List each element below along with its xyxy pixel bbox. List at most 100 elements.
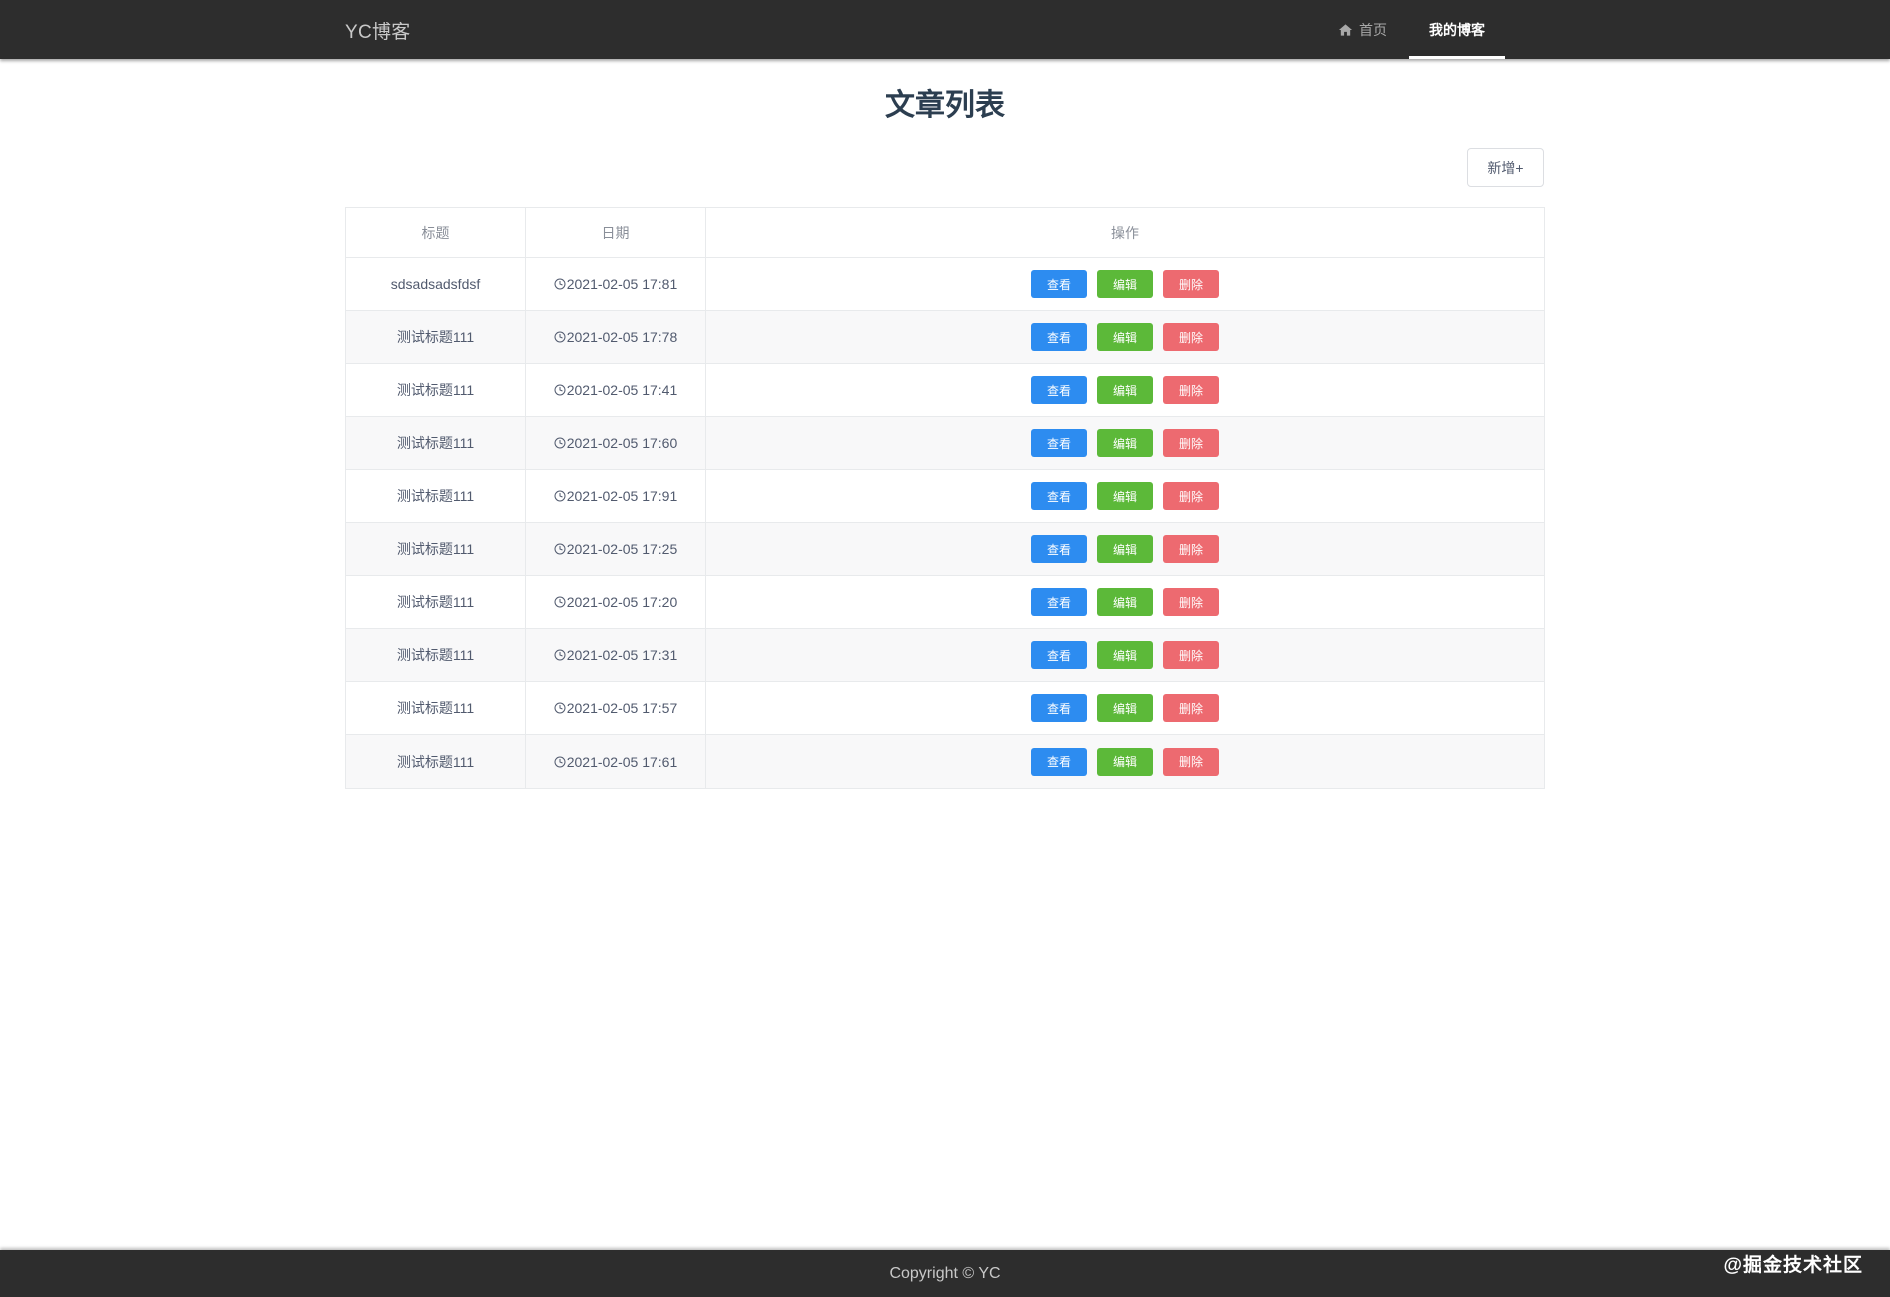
delete-button[interactable]: 删除 [1163,588,1219,616]
delete-button[interactable]: 删除 [1163,535,1219,563]
delete-button[interactable]: 删除 [1163,482,1219,510]
table-header-row: 标题 日期 操作 [346,208,1544,258]
edit-button[interactable]: 编辑 [1097,641,1153,669]
delete-button[interactable]: 删除 [1163,429,1219,457]
cell-date: 2021-02-05 17:81 [526,258,706,310]
cell-date: 2021-02-05 17:31 [526,629,706,681]
table-row: 测试标题111 2021-02-05 17:91 查看 编辑 删除 [346,470,1544,523]
edit-button[interactable]: 编辑 [1097,482,1153,510]
table-row: 测试标题111 2021-02-05 17:61 查看 编辑 删除 [346,735,1544,788]
cell-title: 测试标题111 [346,682,526,734]
cell-actions: 查看 编辑 删除 [706,523,1544,575]
article-title: 测试标题111 [396,700,475,716]
delete-button[interactable]: 删除 [1163,641,1219,669]
nav-home-label: 首页 [1359,21,1387,38]
table-row: 测试标题111 2021-02-05 17:31 查看 编辑 删除 [346,629,1544,682]
delete-button[interactable]: 删除 [1163,270,1219,298]
article-title: 测试标题111 [396,541,475,557]
table-row: sdsadsadsfdsf 2021-02-05 17:81 查看 编辑 删除 [346,258,1544,311]
edit-button[interactable]: 编辑 [1097,429,1153,457]
view-button[interactable]: 查看 [1031,747,1087,776]
view-button[interactable]: 查看 [1031,270,1087,298]
edit-button[interactable]: 编辑 [1097,323,1153,351]
nav-my-blog[interactable]: 我的博客 [1409,0,1505,59]
clock-icon [554,490,566,502]
cell-title: 测试标题111 [346,523,526,575]
cell-actions: 查看 编辑 删除 [706,311,1544,363]
article-title: 测试标题111 [396,435,475,451]
article-title: 测试标题111 [396,647,475,663]
table-row: 测试标题111 2021-02-05 17:60 查看 编辑 删除 [346,417,1544,470]
column-header-date: 日期 [526,208,706,257]
cell-title: 测试标题111 [346,470,526,522]
table-row: 测试标题111 2021-02-05 17:78 查看 编辑 删除 [346,311,1544,364]
article-date: 2021-02-05 17:61 [566,753,678,770]
edit-button[interactable]: 编辑 [1097,270,1153,298]
edit-button[interactable]: 编辑 [1097,747,1153,776]
view-button[interactable]: 查看 [1031,588,1087,616]
clock-icon [554,278,566,290]
cell-title: sdsadsadsfdsf [346,258,526,310]
cell-date: 2021-02-05 17:57 [526,682,706,734]
clock-icon [554,596,566,608]
view-button[interactable]: 查看 [1031,482,1087,510]
view-button[interactable]: 查看 [1031,641,1087,669]
edit-button[interactable]: 编辑 [1097,535,1153,563]
cell-date: 2021-02-05 17:91 [526,470,706,522]
table-row: 测试标题111 2021-02-05 17:20 查看 编辑 删除 [346,576,1544,629]
cell-title: 测试标题111 [346,311,526,363]
article-title: 测试标题111 [396,594,475,610]
footer: Copyright © YC [0,1250,1890,1297]
view-button[interactable]: 查看 [1031,429,1087,457]
cell-actions: 查看 编辑 删除 [706,576,1544,628]
watermark: @掘金技术社区 [1723,1255,1863,1276]
article-date: 2021-02-05 17:60 [566,435,678,451]
view-button[interactable]: 查看 [1031,376,1087,404]
cell-actions: 查看 编辑 删除 [706,364,1544,416]
edit-button[interactable]: 编辑 [1097,588,1153,616]
cell-title: 测试标题111 [346,629,526,681]
clock-icon [554,384,566,396]
cell-actions: 查看 编辑 删除 [706,682,1544,734]
edit-button[interactable]: 编辑 [1097,376,1153,404]
delete-button[interactable]: 删除 [1163,376,1219,404]
article-date: 2021-02-05 17:81 [566,276,678,292]
column-header-title: 标题 [346,208,526,257]
nav-home[interactable]: 首页 [1338,0,1394,59]
delete-button[interactable]: 删除 [1163,323,1219,351]
view-button[interactable]: 查看 [1031,535,1087,563]
add-article-button[interactable]: 新增+ [1467,148,1544,187]
edit-button[interactable]: 编辑 [1097,694,1153,722]
article-title: sdsadsadsfdsf [390,276,481,292]
active-tab-indicator [1409,56,1505,59]
table-row: 测试标题111 2021-02-05 17:41 查看 编辑 删除 [346,364,1544,417]
home-icon [1338,23,1353,36]
cell-actions: 查看 编辑 删除 [706,258,1544,310]
cell-actions: 查看 编辑 删除 [706,629,1544,681]
clock-icon [554,331,566,343]
delete-button[interactable]: 删除 [1163,694,1219,722]
view-button[interactable]: 查看 [1031,694,1087,722]
article-title: 测试标题111 [396,753,475,770]
article-date: 2021-02-05 17:25 [566,541,678,557]
clock-icon [554,543,566,555]
cell-date: 2021-02-05 17:41 [526,364,706,416]
cell-date: 2021-02-05 17:61 [526,735,706,788]
article-date: 2021-02-05 17:57 [566,700,678,716]
cell-date: 2021-02-05 17:60 [526,417,706,469]
delete-button[interactable]: 删除 [1163,747,1219,776]
article-date: 2021-02-05 17:31 [566,647,678,663]
top-navbar: YC博客 首页 我的博客 [0,0,1890,59]
page-title: 文章列表 [885,89,1005,122]
cell-actions: 查看 编辑 删除 [706,735,1544,788]
cell-date: 2021-02-05 17:78 [526,311,706,363]
copyright-text: Copyright © YC [889,1264,1001,1282]
cell-title: 测试标题111 [346,735,526,788]
view-button[interactable]: 查看 [1031,323,1087,351]
cell-title: 测试标题111 [346,576,526,628]
article-title: 测试标题111 [396,382,475,398]
clock-icon [554,702,566,714]
article-date: 2021-02-05 17:41 [566,382,678,398]
brand-logo[interactable]: YC博客 [345,17,411,44]
column-header-actions: 操作 [1111,224,1139,241]
